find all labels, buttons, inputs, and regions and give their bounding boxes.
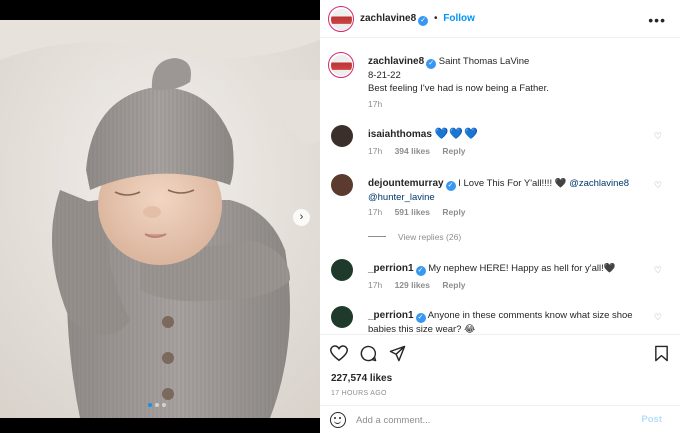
author-avatar[interactable] [328, 6, 354, 32]
view-replies-button[interactable]: View replies (26) [368, 232, 461, 242]
caption-time: 17h [368, 99, 383, 109]
comment-likes[interactable]: 129 likes [395, 280, 430, 290]
commenter-avatar[interactable] [331, 306, 353, 328]
comment-likes[interactable]: 591 likes [395, 207, 430, 217]
heart-icon[interactable] [330, 345, 348, 362]
post-media: › [0, 0, 320, 433]
divider-line [368, 236, 386, 237]
comment-bar: Post [320, 405, 680, 433]
caption-username[interactable]: zachlavine8 [368, 56, 424, 67]
comment-item: isaiahthomas 💙💙💙 17h 394 likes Reply ♡ [328, 125, 672, 159]
add-comment-input[interactable] [356, 412, 616, 428]
comment-item: dejountemurray ✓ I Love This For Y'all!!!… [328, 174, 672, 222]
blue-hearts-emoji: 💙💙💙 [434, 128, 479, 140]
bookmark-icon[interactable] [654, 345, 669, 362]
caption-text: Best feeling I've had is now being a Fat… [368, 83, 549, 94]
caption-date: 8-21-22 [368, 70, 401, 81]
comment-username[interactable]: _perrion1 [368, 263, 414, 274]
share-icon[interactable] [389, 345, 406, 362]
instagram-post-modal: › zachlavine8 ✓ • Follow ••• zachlavine8… [0, 0, 680, 433]
comment-item: _perrion1 ✓ Anyone in these comments know… [328, 306, 672, 334]
tagged-name: Saint Thomas LaVine [438, 56, 530, 67]
post-actions [320, 334, 680, 374]
separator: • [433, 13, 438, 24]
like-comment-heart-icon[interactable]: ♡ [654, 312, 662, 323]
post-sidebar: zachlavine8 ✓ • Follow ••• zachlavine8 ✓ S… [320, 0, 680, 433]
comment-text: I Love This For Y'all!!!! 🖤 [458, 178, 567, 189]
mention-link[interactable]: @hunter_lavine [368, 192, 435, 203]
reply-button[interactable]: Reply [442, 207, 465, 217]
more-options-icon[interactable]: ••• [648, 12, 666, 28]
carousel-dot [148, 403, 152, 407]
author-avatar[interactable] [328, 52, 354, 78]
comment-likes[interactable]: 394 likes [395, 146, 430, 156]
like-comment-heart-icon[interactable]: ♡ [654, 131, 662, 142]
comment-time: 17h [368, 280, 383, 290]
comment-time: 17h [368, 207, 383, 217]
like-comment-heart-icon[interactable]: ♡ [654, 265, 662, 276]
emoji-icon[interactable] [330, 412, 346, 428]
reply-button[interactable]: Reply [442, 146, 465, 156]
comment-time: 17h [368, 146, 383, 156]
comment-username[interactable]: dejountemurray [368, 178, 444, 189]
verified-badge-icon: ✓ [415, 313, 426, 323]
view-replies-label: View replies (26) [398, 232, 462, 242]
post-header: zachlavine8 ✓ • Follow ••• [320, 0, 680, 38]
comment-icon[interactable] [360, 345, 377, 362]
comment-item: _perrion1 ✓ My nephew HERE! Happy as hell… [328, 259, 672, 293]
follow-button[interactable]: Follow [443, 13, 475, 24]
post-comment-button[interactable]: Post [641, 414, 662, 425]
commenter-avatar[interactable] [331, 125, 353, 147]
comment-text: My nephew HERE! Happy as hell for y'all!… [428, 263, 616, 274]
baby-photo [0, 20, 320, 418]
verified-badge-icon: ✓ [445, 181, 456, 191]
carousel-dot [155, 403, 159, 407]
verified-badge-icon: ✓ [426, 59, 437, 69]
comment-username[interactable]: _perrion1 [368, 310, 414, 321]
next-photo-button[interactable]: › [293, 209, 310, 226]
commenter-avatar[interactable] [331, 259, 353, 281]
carousel-indicator [148, 403, 166, 407]
reply-button[interactable]: Reply [442, 280, 465, 290]
post-timestamp: 17 HOURS AGO [331, 390, 387, 397]
caption: zachlavine8 ✓ Saint Thomas LaVine 8-21-22… [328, 52, 672, 114]
verified-badge-icon: ✓ [418, 16, 429, 26]
likes-count[interactable]: 227,574 likes [331, 373, 392, 384]
commenter-avatar[interactable] [331, 174, 353, 196]
like-comment-heart-icon[interactable]: ♡ [654, 180, 662, 191]
comment-username[interactable]: isaiahthomas [368, 129, 432, 140]
carousel-dot [162, 403, 166, 407]
chevron-right-icon: › [299, 211, 304, 223]
mention-link[interactable]: @zachlavine8 [569, 178, 629, 189]
author-username[interactable]: zachlavine8 [360, 13, 416, 24]
verified-badge-icon: ✓ [415, 266, 426, 276]
